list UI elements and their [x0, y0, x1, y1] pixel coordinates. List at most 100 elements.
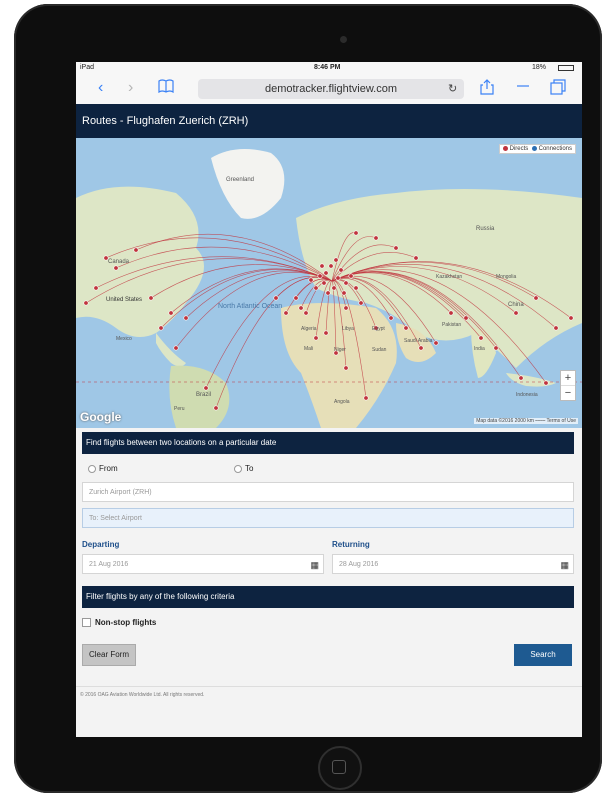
- airport-marker[interactable]: [518, 375, 524, 381]
- home-button[interactable]: [318, 746, 362, 790]
- airport-marker[interactable]: [328, 263, 334, 269]
- battery-percent: 18%: [532, 64, 547, 71]
- clock: 8:46 PM: [314, 64, 341, 71]
- airport-marker[interactable]: [568, 315, 574, 321]
- from-airport-field[interactable]: Zurich Airport (ZRH): [82, 482, 574, 502]
- label-united-states: United States: [106, 297, 142, 303]
- airport-marker[interactable]: [283, 310, 289, 316]
- airport-marker[interactable]: [323, 270, 329, 276]
- airport-marker[interactable]: [313, 335, 319, 341]
- departing-date-value: 21 Aug 2016: [89, 561, 129, 568]
- airport-marker[interactable]: [363, 395, 369, 401]
- back-icon[interactable]: ‹: [98, 79, 103, 97]
- airport-marker[interactable]: [113, 265, 119, 271]
- battery-icon: [558, 65, 574, 71]
- airport-marker[interactable]: [353, 230, 359, 236]
- zoom-in-button[interactable]: +: [561, 371, 575, 385]
- airport-marker[interactable]: [413, 255, 419, 261]
- airport-marker[interactable]: [331, 285, 337, 291]
- reload-icon[interactable]: ↻: [448, 82, 457, 95]
- airport-marker[interactable]: [513, 310, 519, 316]
- airport-marker[interactable]: [148, 295, 154, 301]
- airport-marker[interactable]: [343, 280, 349, 286]
- airport-marker[interactable]: [133, 247, 139, 253]
- airport-marker[interactable]: [343, 305, 349, 311]
- airport-marker[interactable]: [353, 285, 359, 291]
- airport-marker[interactable]: [358, 300, 364, 306]
- airport-marker[interactable]: [319, 263, 325, 269]
- calendar-icon[interactable]: ▦: [310, 555, 319, 575]
- label-mongolia: Mongolia: [496, 274, 517, 280]
- tabs-icon[interactable]: [550, 79, 566, 100]
- clear-form-button[interactable]: Clear Form: [82, 644, 136, 666]
- address-bar[interactable]: demotracker.flightview.com: [198, 79, 464, 99]
- radio-to[interactable]: To: [234, 464, 253, 473]
- airport-marker[interactable]: [83, 300, 89, 306]
- search-button[interactable]: Search: [514, 644, 572, 666]
- airport-marker[interactable]: [543, 380, 549, 386]
- airport-marker[interactable]: [373, 235, 379, 241]
- airport-marker[interactable]: [323, 330, 329, 336]
- airport-marker[interactable]: [203, 385, 209, 391]
- departing-date-field[interactable]: 21 Aug 2016 ▦: [82, 554, 324, 574]
- airport-marker[interactable]: [303, 310, 309, 316]
- airport-marker[interactable]: [213, 405, 219, 411]
- airport-marker[interactable]: [313, 285, 319, 291]
- bookmarks-icon[interactable]: [158, 79, 174, 98]
- calendar-icon[interactable]: ▦: [560, 555, 569, 575]
- radio-from[interactable]: From: [88, 464, 118, 473]
- new-tab-icon[interactable]: [516, 79, 530, 98]
- airport-marker[interactable]: [463, 315, 469, 321]
- airport-marker[interactable]: [93, 285, 99, 291]
- footer-copyright: © 2016 OAG Aviation Worldwide Ltd. All r…: [80, 692, 205, 698]
- returning-date-value: 28 Aug 2016: [339, 561, 379, 568]
- browser-toolbar: ‹ › demotracker.flightview.com ↻: [76, 74, 582, 105]
- airport-marker[interactable]: [348, 273, 354, 279]
- label-indonesia: Indonesia: [516, 392, 538, 398]
- airport-marker[interactable]: [403, 325, 409, 331]
- returning-date-field[interactable]: 28 Aug 2016 ▦: [332, 554, 574, 574]
- airport-marker[interactable]: [393, 245, 399, 251]
- map-attribution[interactable]: Map data ©2016 2000 km ⎯⎯⎯⎯ Terms of Use: [474, 418, 578, 424]
- share-icon[interactable]: [480, 79, 494, 100]
- routes-map[interactable]: Greenland Canada United States Mexico No…: [76, 138, 582, 428]
- airport-marker[interactable]: [325, 290, 331, 296]
- airport-marker[interactable]: [433, 340, 439, 346]
- departing-label: Departing: [82, 540, 120, 549]
- nonstop-checkbox[interactable]: [82, 618, 91, 628]
- zoom-control: + −: [560, 370, 576, 401]
- zoom-out-button[interactable]: −: [561, 385, 575, 400]
- airport-marker[interactable]: [317, 273, 323, 279]
- footer-divider: [76, 686, 582, 687]
- airport-marker[interactable]: [293, 295, 299, 301]
- airport-marker[interactable]: [173, 345, 179, 351]
- airport-marker[interactable]: [448, 310, 454, 316]
- airport-marker[interactable]: [493, 345, 499, 351]
- forward-icon[interactable]: ›: [128, 79, 133, 97]
- airport-marker[interactable]: [418, 345, 424, 351]
- airport-marker[interactable]: [388, 315, 394, 321]
- airport-marker[interactable]: [343, 365, 349, 371]
- airport-marker[interactable]: [335, 275, 341, 281]
- airport-marker[interactable]: [341, 290, 347, 296]
- airport-marker[interactable]: [298, 305, 304, 311]
- airport-marker[interactable]: [533, 295, 539, 301]
- airport-marker[interactable]: [183, 315, 189, 321]
- airport-marker[interactable]: [321, 280, 327, 286]
- filter-section-header: Filter flights by any of the following c…: [82, 586, 574, 608]
- to-airport-field[interactable]: To: Select Airport: [82, 508, 574, 528]
- radio-from-circle[interactable]: [88, 464, 96, 473]
- airport-marker[interactable]: [333, 257, 339, 263]
- airport-marker[interactable]: [478, 335, 484, 341]
- page-title: Routes - Flughafen Zuerich (ZRH): [76, 104, 582, 138]
- airport-marker[interactable]: [168, 310, 174, 316]
- airport-marker[interactable]: [338, 267, 344, 273]
- legend-direct: Directs: [509, 146, 529, 153]
- airport-marker[interactable]: [308, 277, 314, 283]
- airport-marker[interactable]: [158, 325, 164, 331]
- airport-marker[interactable]: [553, 325, 559, 331]
- nonstop-option[interactable]: Non-stop flights: [82, 618, 156, 628]
- label-china: China: [508, 302, 524, 308]
- airport-marker[interactable]: [273, 295, 279, 301]
- radio-to-circle[interactable]: [234, 464, 242, 473]
